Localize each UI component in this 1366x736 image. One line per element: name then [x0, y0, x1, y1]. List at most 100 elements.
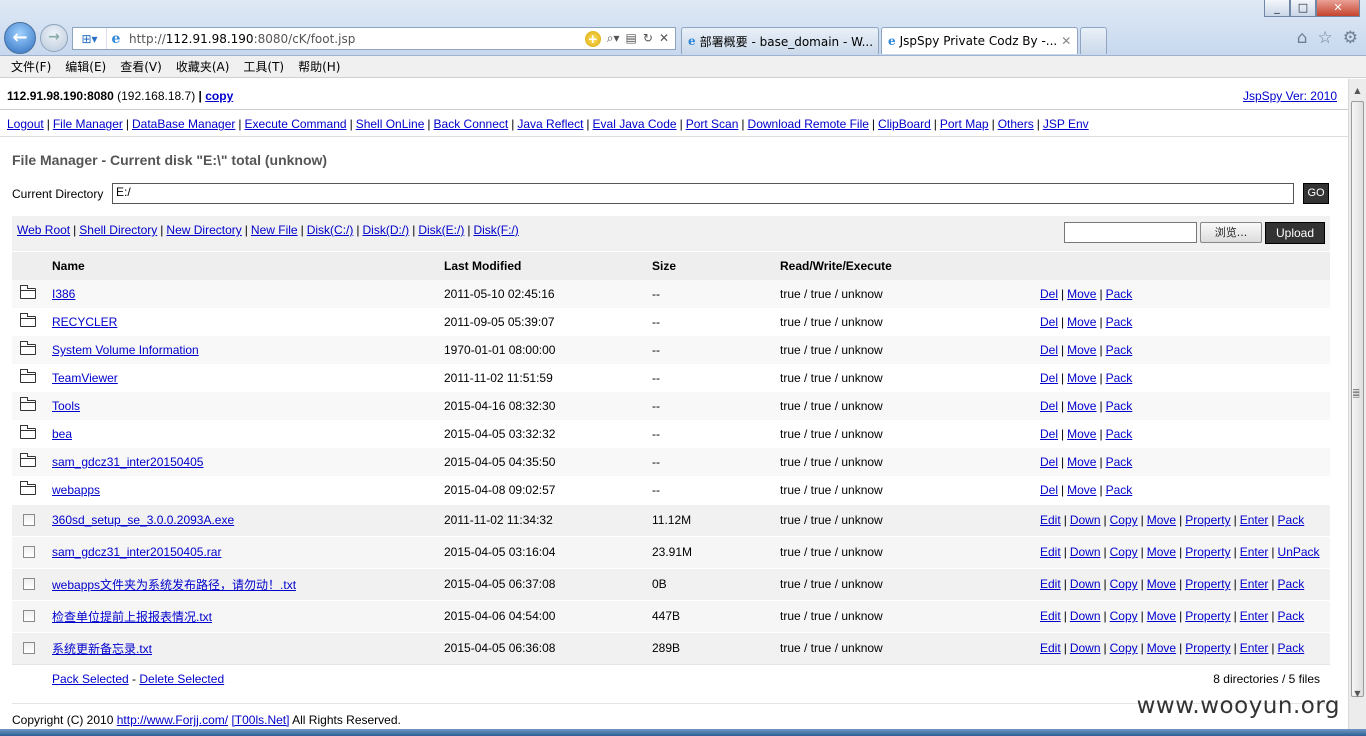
property-action-link[interactable]: Property: [1185, 513, 1230, 527]
directory-link[interactable]: RECYCLER: [52, 315, 117, 329]
favorites-star-icon[interactable]: ☆: [1318, 28, 1333, 48]
del-action-link[interactable]: Del: [1040, 343, 1058, 357]
minimize-icon[interactable]: _: [1264, 0, 1290, 17]
move-action-link[interactable]: Move: [1067, 399, 1096, 413]
disk-c-link[interactable]: Disk(C:/): [307, 223, 354, 237]
move-action-link[interactable]: Move: [1067, 371, 1096, 385]
pack-action-link[interactable]: Pack: [1106, 427, 1133, 441]
add-icon[interactable]: +: [584, 30, 601, 47]
unpack-action-link[interactable]: UnPack: [1278, 545, 1320, 559]
file-link[interactable]: webapps文件夹为系统发布路径，请勿动！.txt: [52, 578, 296, 592]
scroll-up-icon[interactable]: ▲: [1351, 84, 1364, 97]
move-action-link[interactable]: Move: [1067, 287, 1096, 301]
pack-action-link[interactable]: Pack: [1106, 455, 1133, 469]
copy-action-link[interactable]: Copy: [1110, 513, 1138, 527]
upload-file-input[interactable]: [1064, 222, 1197, 243]
select-checkbox[interactable]: [23, 610, 35, 622]
copy-action-link[interactable]: Copy: [1110, 577, 1138, 591]
menu-edit[interactable]: 编辑(E): [58, 58, 113, 75]
close-tab-icon[interactable]: ✕: [1061, 34, 1071, 48]
copy-link[interactable]: copy: [205, 89, 233, 103]
move-action-link[interactable]: Move: [1067, 343, 1096, 357]
move-action-link[interactable]: Move: [1067, 455, 1096, 469]
delete-selected-link[interactable]: Delete Selected: [139, 672, 224, 686]
directory-link[interactable]: TeamViewer: [52, 371, 118, 385]
nav-clipboard[interactable]: ClipBoard: [878, 117, 931, 131]
del-action-link[interactable]: Del: [1040, 427, 1058, 441]
del-action-link[interactable]: Del: [1040, 315, 1058, 329]
vertical-scrollbar[interactable]: ▲ ═ ═ ═ ▼: [1348, 79, 1366, 736]
del-action-link[interactable]: Del: [1040, 287, 1058, 301]
tab-base-domain[interactable]: e 部署概要 - base_domain - W...: [681, 27, 879, 54]
directory-link[interactable]: Tools: [52, 399, 80, 413]
menu-favorites[interactable]: 收藏夹(A): [169, 58, 237, 75]
forjj-link[interactable]: http://www.Forjj.com/: [117, 713, 228, 727]
home-icon[interactable]: ⌂: [1297, 28, 1308, 48]
disk-d-link[interactable]: Disk(D:/): [363, 223, 410, 237]
move-action-link[interactable]: Move: [1147, 545, 1176, 559]
menu-view[interactable]: 查看(V): [113, 58, 169, 75]
pack-action-link[interactable]: Pack: [1106, 287, 1133, 301]
nav-database-manager[interactable]: DataBase Manager: [132, 117, 235, 131]
version-link[interactable]: JspSpy Ver: 2010: [1243, 89, 1337, 103]
down-action-link[interactable]: Down: [1070, 641, 1101, 655]
edit-action-link[interactable]: Edit: [1040, 545, 1061, 559]
nav-port-map[interactable]: Port Map: [940, 117, 989, 131]
pack-selected-link[interactable]: Pack Selected: [52, 672, 129, 686]
property-action-link[interactable]: Property: [1185, 641, 1230, 655]
property-action-link[interactable]: Property: [1185, 545, 1230, 559]
copy-action-link[interactable]: Copy: [1110, 609, 1138, 623]
back-button[interactable]: ←: [4, 22, 36, 54]
copy-action-link[interactable]: Copy: [1110, 641, 1138, 655]
menu-tools[interactable]: 工具(T): [236, 58, 291, 75]
shell-directory-link[interactable]: Shell Directory: [79, 223, 157, 237]
file-link[interactable]: 检查单位提前上报报表情况.txt: [52, 610, 212, 624]
browse-button[interactable]: 浏览...: [1200, 222, 1262, 243]
directory-link[interactable]: I386: [52, 287, 75, 301]
current-directory-input[interactable]: E:/: [112, 183, 1294, 204]
enter-action-link[interactable]: Enter: [1240, 577, 1269, 591]
enter-action-link[interactable]: Enter: [1240, 609, 1269, 623]
address-bar[interactable]: ⊞▾ e http://112.91.98.190:8080/cK/foot.j…: [72, 27, 676, 50]
enter-action-link[interactable]: Enter: [1240, 513, 1269, 527]
enter-action-link[interactable]: Enter: [1240, 641, 1269, 655]
compat-icon[interactable]: ▤: [626, 31, 637, 47]
new-file-link[interactable]: New File: [251, 223, 298, 237]
edit-action-link[interactable]: Edit: [1040, 577, 1061, 591]
move-action-link[interactable]: Move: [1147, 641, 1176, 655]
refresh-icon[interactable]: ↻: [643, 31, 653, 47]
nav-eval-java-code[interactable]: Eval Java Code: [593, 117, 677, 131]
select-checkbox[interactable]: [23, 514, 35, 526]
nav-download-remote-file[interactable]: Download Remote File: [748, 117, 869, 131]
scroll-down-icon[interactable]: ▼: [1351, 687, 1364, 700]
compat-view-icon[interactable]: ⊞▾: [73, 28, 107, 49]
pack-action-link[interactable]: Pack: [1106, 483, 1133, 497]
maximize-icon[interactable]: □: [1290, 0, 1316, 17]
pack-action-link[interactable]: Pack: [1106, 343, 1133, 357]
directory-link[interactable]: System Volume Information: [52, 343, 199, 357]
move-action-link[interactable]: Move: [1067, 315, 1096, 329]
file-link[interactable]: 360sd_setup_se_3.0.0.2093A.exe: [52, 513, 234, 527]
edit-action-link[interactable]: Edit: [1040, 641, 1061, 655]
stop-icon[interactable]: ✕: [659, 31, 669, 47]
move-action-link[interactable]: Move: [1067, 427, 1096, 441]
menu-file[interactable]: 文件(F): [4, 58, 58, 75]
nav-others[interactable]: Others: [998, 117, 1034, 131]
pack-action-link[interactable]: Pack: [1278, 641, 1305, 655]
web-root-link[interactable]: Web Root: [17, 223, 70, 237]
address-url[interactable]: http://112.91.98.190:8080/cK/foot.jsp: [125, 32, 585, 46]
move-action-link[interactable]: Move: [1147, 513, 1176, 527]
pack-action-link[interactable]: Pack: [1106, 399, 1133, 413]
down-action-link[interactable]: Down: [1070, 545, 1101, 559]
select-checkbox[interactable]: [23, 642, 35, 654]
nav-port-scan[interactable]: Port Scan: [686, 117, 739, 131]
nav-logout[interactable]: Logout: [7, 117, 44, 131]
property-action-link[interactable]: Property: [1185, 577, 1230, 591]
gear-icon[interactable]: ⚙: [1343, 28, 1358, 48]
tab-jspspy[interactable]: e JspSpy Private Codz By -... ✕: [881, 27, 1078, 54]
nav-file-manager[interactable]: File Manager: [53, 117, 123, 131]
new-directory-link[interactable]: New Directory: [166, 223, 241, 237]
pack-action-link[interactable]: Pack: [1106, 371, 1133, 385]
down-action-link[interactable]: Down: [1070, 577, 1101, 591]
go-button[interactable]: GO: [1303, 183, 1329, 204]
